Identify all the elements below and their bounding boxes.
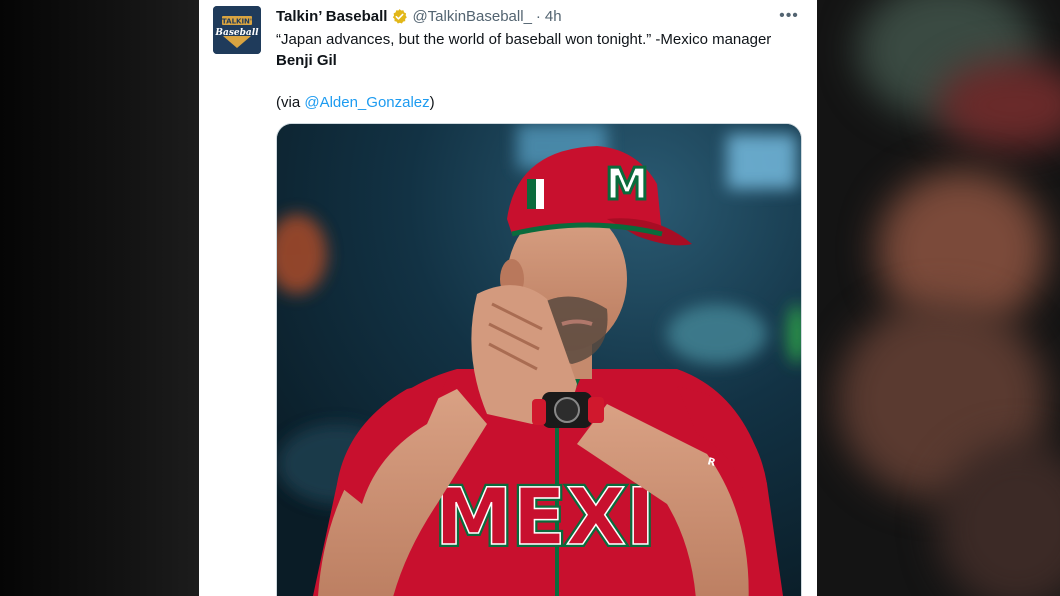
more-options-icon[interactable]: ••• (779, 6, 799, 26)
svg-text:TALKIN': TALKIN' (222, 18, 252, 26)
photo-manager-clapping: MEXI MEXI M R (277, 124, 801, 596)
talkin-baseball-logo: TALKIN' Baseball (213, 6, 261, 54)
author-handle[interactable]: @TalkinBaseball_ (412, 8, 531, 25)
background-right-blurred (817, 0, 1060, 596)
author-name[interactable]: Talkin’ Baseball (276, 8, 387, 25)
tweet-card[interactable]: TALKIN' Baseball Talkin’ Baseball @Talki… (199, 0, 817, 596)
svg-text:MEXI: MEXI (435, 473, 655, 563)
svg-text:Baseball: Baseball (214, 28, 259, 38)
avatar[interactable]: TALKIN' Baseball (213, 6, 261, 54)
via-prefix: (via (276, 94, 305, 111)
tweet-timestamp[interactable]: 4h (545, 8, 562, 25)
tweet-bold-name: Benji Gil (276, 52, 337, 69)
separator-dot: · (535, 7, 541, 25)
via-suffix: ) (429, 94, 435, 111)
tweet-header: Talkin’ Baseball @TalkinBaseball_ · 4h (276, 6, 562, 26)
tweet-photo[interactable]: MEXI MEXI M R (276, 123, 802, 596)
tweet-quote: “Japan advances, but the world of baseba… (276, 31, 772, 48)
tweet-text: “Japan advances, but the world of baseba… (276, 29, 776, 113)
verified-badge-icon (391, 8, 408, 25)
tweet-via-line: (via @Alden_Gonzalez) (276, 92, 776, 113)
background-left (0, 0, 199, 596)
mention-link[interactable]: @Alden_Gonzalez (304, 94, 429, 111)
svg-text:M: M (605, 159, 649, 210)
